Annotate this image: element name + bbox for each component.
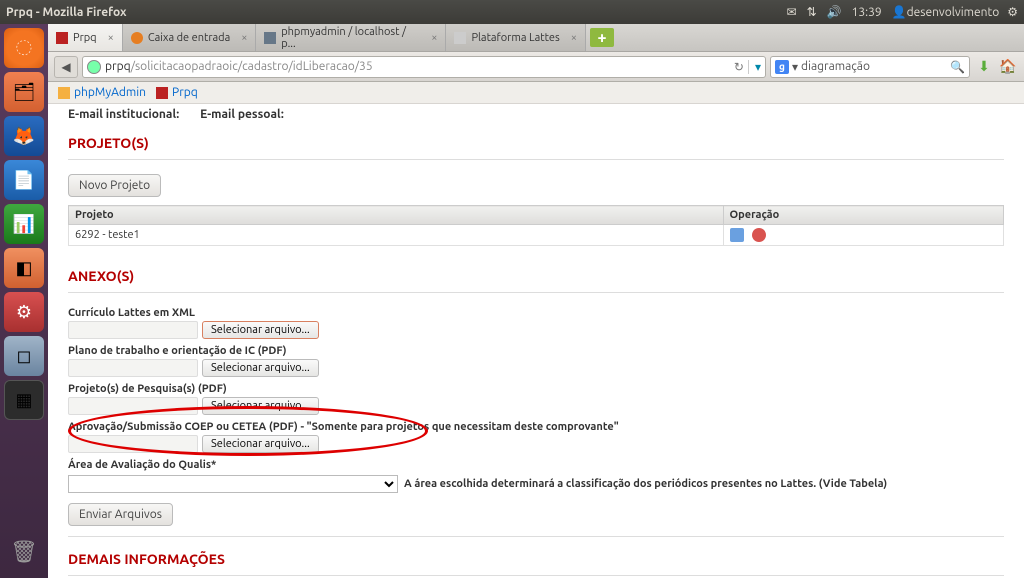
tab-inbox[interactable]: Caixa de entrada × [123,24,257,51]
favicon-lattes-icon [454,32,466,44]
cell-projeto: 6292 - teste1 [69,225,724,246]
trash-icon[interactable]: 🗑 [4,532,44,572]
bookmark-prpq[interactable]: Prpq [156,86,198,99]
file-button-aprov[interactable]: Selecionar arquivo... [202,435,319,453]
system-menubar: Prpq - Mozilla Firefox ✉ ⇅ 🔊 13:39 👤 des… [0,0,1024,24]
enviar-arquivos-button[interactable]: Enviar Arquivos [68,503,173,526]
label-aprovacao: Aprovação/Submissão COEP ou CETEA (PDF) … [68,421,1004,433]
firefox-icon[interactable]: 🦊 [4,116,44,156]
url-path: /solicitacaopadraoic/cadastro/idLiberaca… [131,60,373,73]
file-button-plano[interactable]: Selecionar arquivo... [202,359,319,377]
settings-icon[interactable]: ⚙ [4,292,44,332]
reload-icon[interactable]: ↻ [730,60,748,74]
app2-icon[interactable]: ◻ [4,336,44,376]
favicon-pma-icon [264,32,276,44]
favicon-inbox-icon [131,32,143,44]
clock[interactable]: 13:39 [852,6,882,19]
close-tab-icon[interactable]: × [571,32,577,44]
label-curriculo: Currículo Lattes em XML [68,307,1004,319]
tab-strip: Prpq × Caixa de entrada × phpmyadmin / l… [48,24,1024,52]
calc-icon[interactable]: 📊 [4,204,44,244]
bookmark-pma-icon [58,87,70,99]
search-term: diagramação [801,60,870,73]
novo-projeto-button[interactable]: Novo Projeto [68,174,161,197]
label-projetos-pdf: Projeto(s) de Pesquisa(s) (PDF) [68,383,1004,395]
qualis-note: A área escolhida determinará a classific… [404,478,887,490]
mail-indicator-icon[interactable]: ✉ [787,5,797,19]
label-qualis: Área de Avaliação do Qualis* [68,459,1004,471]
home-icon[interactable]: 🏠 [998,57,1018,77]
bookmarks-toolbar: phpMyAdmin Prpq [48,82,1024,104]
file-slot-projetos [68,397,198,415]
file-button-curriculo[interactable]: Selecionar arquivo... [202,321,319,339]
close-tab-icon[interactable]: × [108,32,114,44]
back-button[interactable]: ◀ [54,56,78,78]
writer-icon[interactable]: 📄 [4,160,44,200]
user-menu[interactable]: 👤 desenvolvimento [892,5,1000,19]
new-tab-button[interactable]: + [590,28,614,47]
firefox-window: Prpq × Caixa de entrada × phpmyadmin / l… [48,24,1024,578]
search-go-icon[interactable]: 🔍 [950,60,965,74]
label-plano: Plano de trabalho e orientação de IC (PD… [68,345,1004,357]
table-row: 6292 - teste1 [69,225,1004,246]
divider [68,159,1004,160]
section-projetos: PROJETO(S) [68,135,1004,151]
divider [68,536,1004,537]
th-operacao: Operação [723,206,1004,225]
system-gear-icon[interactable]: ⚙ [1007,5,1018,19]
delete-icon[interactable] [752,228,766,242]
window-title: Prpq - Mozilla Firefox [6,6,127,19]
email-labels: E-mail institucional: E-mail pessoal: [68,108,1004,121]
close-tab-icon[interactable]: × [431,32,437,44]
projetos-table: Projeto Operação 6292 - teste1 [68,205,1004,246]
bookmark-prpq-icon [156,87,168,99]
url-bar[interactable]: prpq/solicitacaopadraoic/cadastro/idLibe… [82,56,766,78]
tab-lattes[interactable]: Plataforma Lattes × [446,24,586,51]
favicon-prpq-icon [56,32,68,44]
go-button[interactable]: ▾ [748,60,761,74]
network-icon[interactable]: ⇅ [807,5,817,19]
file-slot-plano [68,359,198,377]
tab-prpq[interactable]: Prpq × [48,24,123,51]
search-bar[interactable]: g ▾ diagramação 🔍 [770,56,970,78]
file-slot-curriculo [68,321,198,339]
th-projeto: Projeto [69,206,724,225]
qualis-select[interactable] [68,475,398,493]
bookmark-phpmyadmin[interactable]: phpMyAdmin [58,86,146,99]
url-host: prpq [105,60,131,73]
file-button-projetos[interactable]: Selecionar arquivo... [202,397,319,415]
file-slot-aprov [68,435,198,453]
dash-icon[interactable]: ◌ [4,28,44,68]
divider [68,292,1004,293]
app-icon[interactable]: ◧ [4,248,44,288]
files-icon[interactable]: 🗂 [4,72,44,112]
downloads-icon[interactable]: ⬇ [974,57,994,77]
section-anexos: ANEXO(S) [68,268,1004,284]
divider [68,575,1004,576]
workspace-switcher-icon[interactable]: ▦ [4,380,44,420]
site-identity-icon[interactable] [87,60,101,74]
section-demais: DEMAIS INFORMAÇÕES [68,551,1004,567]
sound-icon[interactable]: 🔊 [827,5,842,19]
page-content: E-mail institucional: E-mail pessoal: PR… [48,104,1024,578]
tab-phpmyadmin[interactable]: phpmyadmin / localhost / p... × [256,24,446,51]
unity-launcher: ◌ 🗂 🦊 📄 📊 ◧ ⚙ ◻ ▦ 🗑 [0,24,48,578]
navigation-toolbar: ◀ prpq/solicitacaopadraoic/cadastro/idLi… [48,52,1024,82]
close-tab-icon[interactable]: × [241,32,247,44]
google-engine-icon[interactable]: g [775,60,789,74]
edit-icon[interactable] [730,228,744,242]
